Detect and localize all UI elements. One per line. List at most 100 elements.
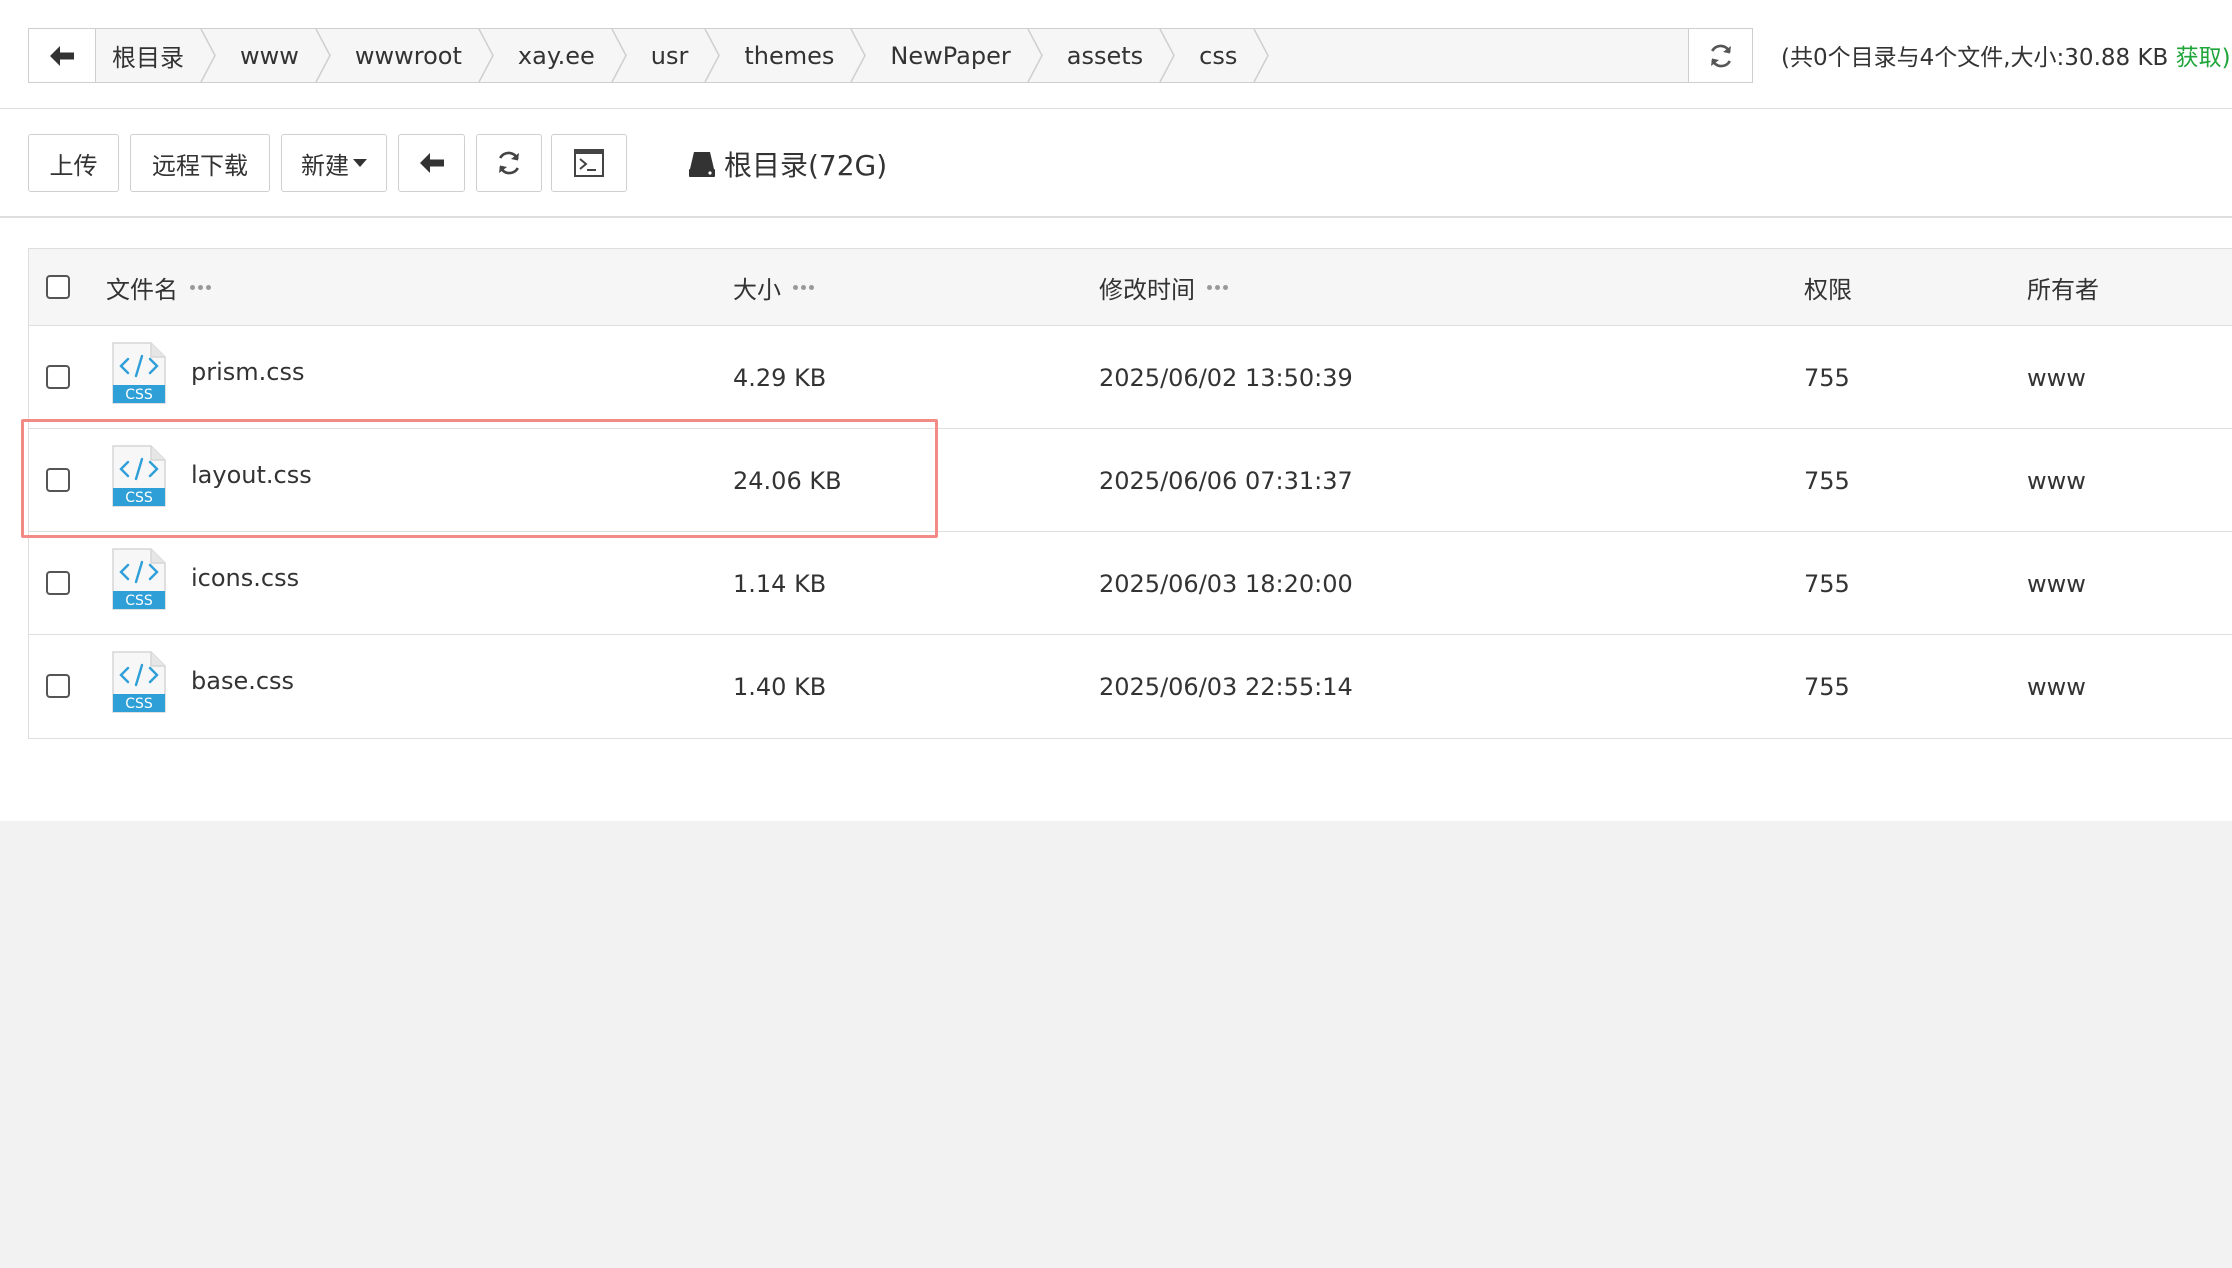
- file-manager-page: 根目录 www wwwroot xay.ee usr themes NewPap…: [0, 0, 2232, 821]
- file-icon-label: CSS: [125, 387, 153, 403]
- table-header: 文件名 大小 修改时间 权限 所有者: [29, 249, 2232, 326]
- chevron-right-icon: [1253, 29, 1270, 82]
- chevron-right-icon: [850, 29, 867, 82]
- hard-drive-icon: [689, 152, 715, 177]
- breadcrumb: 根目录 www wwwroot xay.ee usr themes NewPap…: [96, 29, 1270, 82]
- column-menu-icon[interactable]: [793, 285, 814, 290]
- file-name[interactable]: base.css: [191, 629, 294, 732]
- path-refresh-button[interactable]: [1688, 29, 1752, 82]
- breadcrumb-item[interactable]: usr: [627, 29, 721, 82]
- table-row[interactable]: CSS icons.css 1.14 KB 2025/06/03 18:20:0…: [29, 532, 2232, 635]
- breadcrumb-label: xay.ee: [517, 41, 595, 70]
- file-owner[interactable]: www: [2027, 326, 2086, 429]
- file-perm[interactable]: 755: [1804, 635, 1850, 738]
- refresh-icon: [1710, 44, 1731, 67]
- chevron-right-icon: [1159, 29, 1175, 82]
- new-button-label: 新建: [301, 151, 349, 180]
- terminal-button[interactable]: [551, 134, 627, 192]
- refresh-icon: [499, 151, 519, 175]
- remote-download-button[interactable]: 远程下载: [130, 134, 270, 192]
- row-checkbox[interactable]: [46, 365, 70, 389]
- breadcrumb-item[interactable]: 根目录: [96, 29, 216, 82]
- refresh-button[interactable]: [476, 134, 542, 192]
- breadcrumb-item[interactable]: NewPaper: [866, 29, 1043, 82]
- file-size: 4.29 KB: [733, 363, 827, 392]
- breadcrumb-label: css: [1199, 41, 1238, 70]
- breadcrumb-item[interactable]: wwwroot: [331, 29, 494, 82]
- breadcrumb-item[interactable]: themes: [720, 29, 867, 82]
- column-header-perm: 权限: [1804, 249, 1852, 326]
- chevron-right-icon: [315, 29, 331, 82]
- file-size: 1.14 KB: [733, 569, 827, 598]
- css-file-icon: CSS: [112, 651, 166, 713]
- breadcrumb-label: NewPaper: [890, 41, 1011, 70]
- column-menu-icon[interactable]: [190, 285, 211, 290]
- css-file-icon: CSS: [112, 445, 166, 507]
- file-mtime: 2025/06/06 07:31:37: [1099, 466, 1353, 495]
- disk-selector[interactable]: 根目录(72G): [688, 144, 887, 184]
- breadcrumb-label: www: [240, 41, 299, 70]
- row-checkbox[interactable]: [46, 571, 70, 595]
- file-perm[interactable]: 755: [1804, 326, 1850, 429]
- file-owner[interactable]: www: [2027, 532, 2086, 635]
- table-row[interactable]: CSS layout.css 24.06 KB 2025/06/06 07:31…: [29, 429, 2232, 532]
- column-menu-icon[interactable]: [1207, 285, 1228, 290]
- file-size: 1.40 KB: [733, 672, 827, 701]
- chevron-right-icon: [478, 29, 494, 82]
- column-header-size[interactable]: 大小: [733, 249, 814, 326]
- column-header-label: 大小: [733, 276, 781, 304]
- table-row[interactable]: CSS base.css 1.40 KB 2025/06/03 22:55:14…: [29, 635, 2232, 738]
- css-file-icon: CSS: [112, 342, 166, 404]
- breadcrumb-item[interactable]: assets: [1043, 29, 1175, 82]
- column-header-label: 权限: [1804, 276, 1852, 304]
- path-bar: 根目录 www wwwroot xay.ee usr themes NewPap…: [28, 28, 1753, 83]
- file-owner[interactable]: www: [2027, 635, 2086, 738]
- path-back-button[interactable]: [29, 29, 96, 82]
- upload-button[interactable]: 上传: [28, 134, 119, 192]
- new-dropdown-button[interactable]: 新建: [281, 134, 387, 192]
- table-row[interactable]: CSS prism.css 4.29 KB 2025/06/02 13:50:3…: [29, 326, 2232, 429]
- row-checkbox[interactable]: [46, 468, 70, 492]
- breadcrumb-label: assets: [1066, 41, 1144, 70]
- fetch-size-link[interactable]: 获取): [2176, 45, 2231, 71]
- file-mtime: 2025/06/03 22:55:14: [1099, 672, 1353, 701]
- upload-button-label: 上传: [49, 151, 98, 180]
- column-header-label: 所有者: [2027, 276, 2099, 304]
- column-header-name[interactable]: 文件名: [106, 249, 211, 326]
- file-icon-label: CSS: [125, 593, 153, 609]
- css-file-icon: CSS: [112, 548, 166, 610]
- chevron-right-icon: [611, 29, 627, 82]
- breadcrumb-item[interactable]: css: [1175, 29, 1270, 82]
- breadcrumb-label: themes: [744, 41, 835, 70]
- breadcrumb-item[interactable]: www: [216, 29, 331, 82]
- file-mtime: 2025/06/02 13:50:39: [1099, 363, 1353, 392]
- chevron-right-icon: [200, 29, 216, 82]
- remote-download-button-label: 远程下载: [152, 151, 248, 180]
- file-name[interactable]: prism.css: [191, 320, 304, 423]
- divider: [0, 216, 2232, 218]
- arrow-left-icon: [50, 45, 74, 66]
- back-button[interactable]: [398, 134, 465, 192]
- select-all-checkbox[interactable]: [46, 275, 70, 299]
- file-name[interactable]: layout.css: [191, 423, 312, 526]
- column-header-owner: 所有者: [2027, 249, 2099, 326]
- column-header-mtime[interactable]: 修改时间: [1099, 249, 1228, 326]
- column-header-label: 文件名: [106, 276, 178, 304]
- breadcrumb-label: wwwroot: [354, 41, 462, 70]
- chevron-right-icon: [704, 29, 721, 82]
- breadcrumb-item[interactable]: xay.ee: [494, 29, 627, 82]
- divider: [0, 108, 2232, 109]
- chevron-right-icon: [1027, 29, 1043, 82]
- file-perm[interactable]: 755: [1804, 429, 1850, 532]
- breadcrumb-label: usr: [650, 41, 689, 70]
- file-mtime: 2025/06/03 18:20:00: [1099, 569, 1353, 598]
- file-icon-label: CSS: [125, 696, 153, 712]
- file-name[interactable]: icons.css: [191, 526, 299, 629]
- summary-text: (共0个目录与4个文件,大小:30.88 KB: [1781, 45, 2169, 71]
- file-table: 文件名 大小 修改时间 权限 所有者 CSS prism.css 4.29 KB…: [28, 248, 2232, 739]
- file-owner[interactable]: www: [2027, 429, 2086, 532]
- terminal-icon: [574, 149, 604, 177]
- arrow-left-icon: [419, 153, 444, 173]
- file-perm[interactable]: 755: [1804, 532, 1850, 635]
- row-checkbox[interactable]: [46, 674, 70, 698]
